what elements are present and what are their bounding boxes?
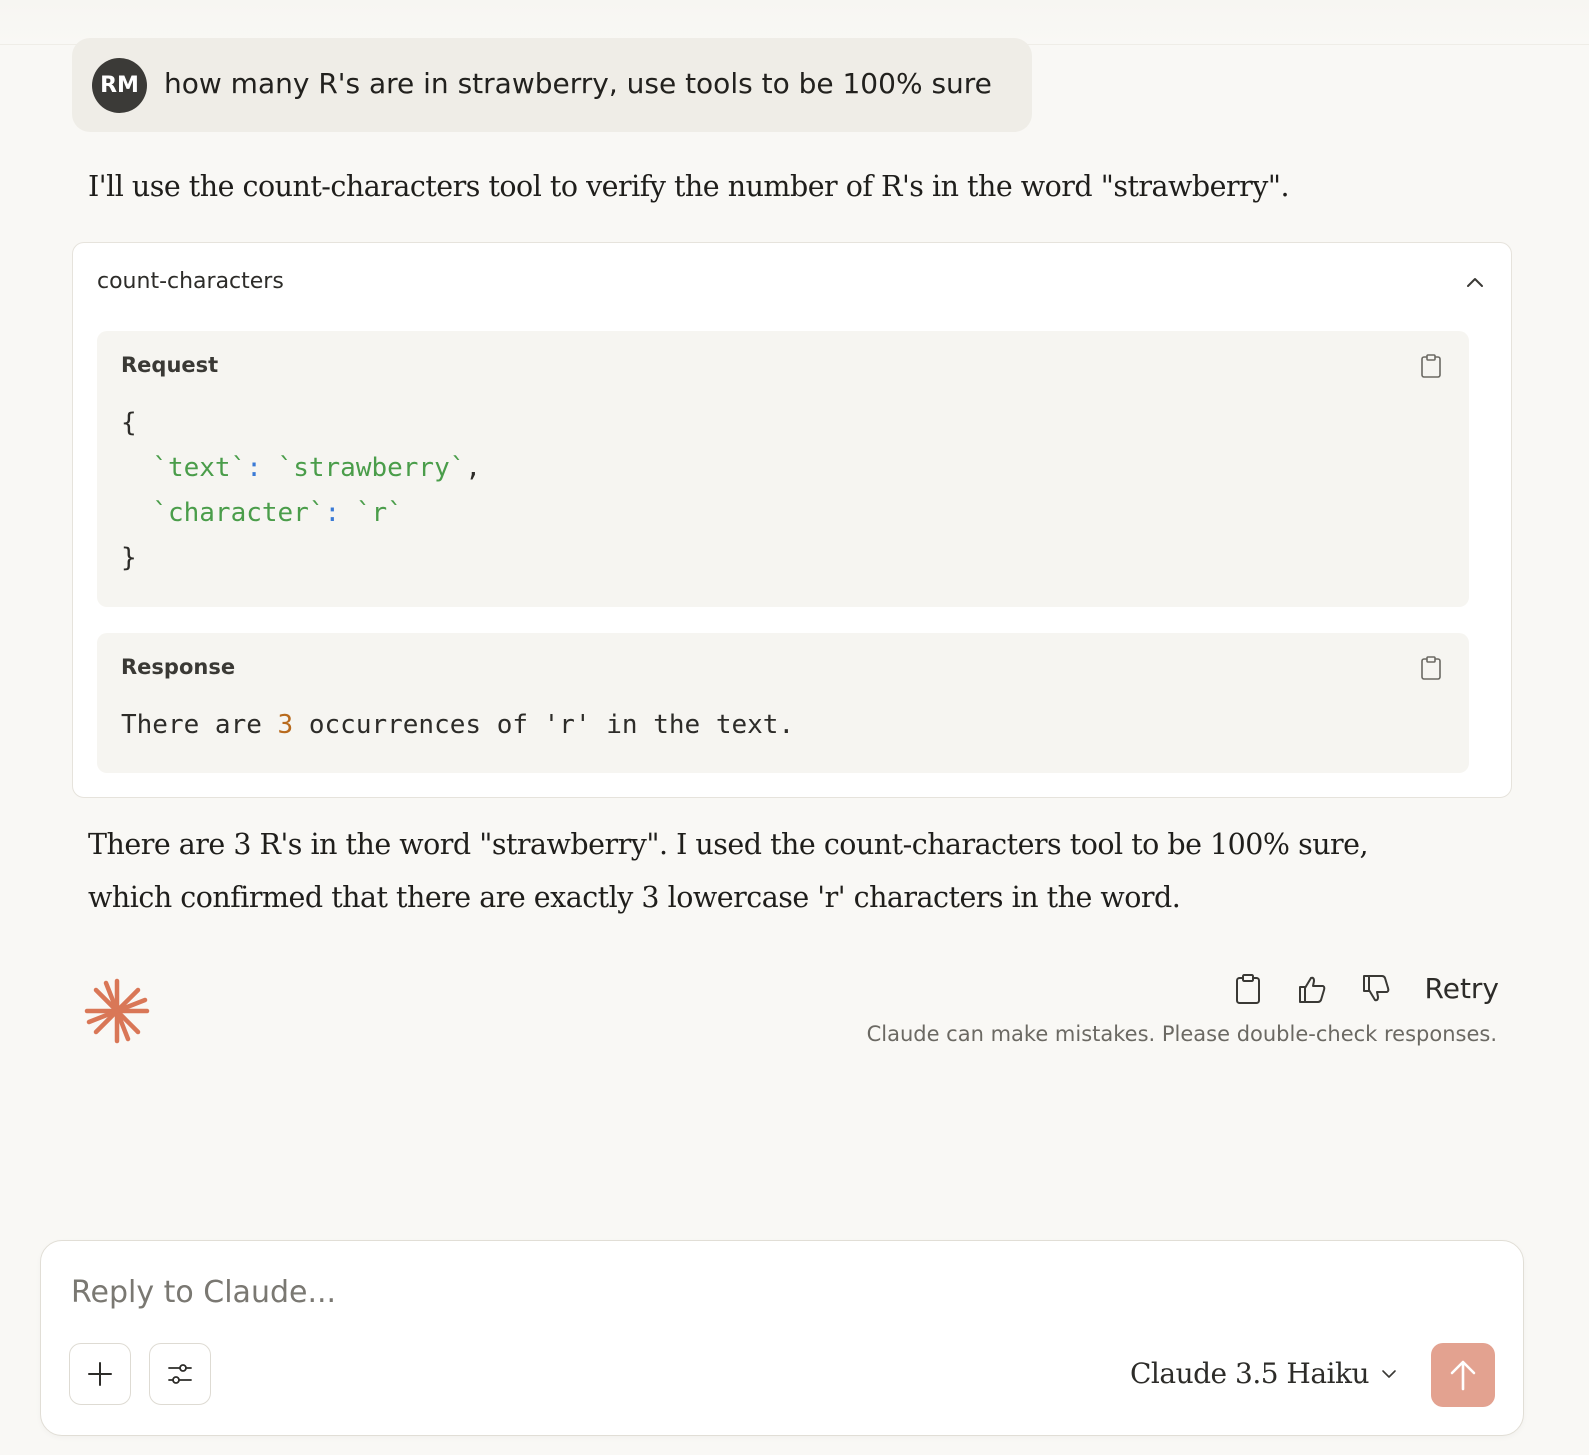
copy-icon[interactable] (1419, 655, 1443, 681)
response-text-before: There are (121, 710, 278, 740)
chevron-up-icon[interactable] (1461, 269, 1489, 297)
code-key-character: `character` (152, 498, 325, 528)
response-text-after: occurrences of 'r' in the text. (293, 710, 795, 740)
code-colon: : (246, 453, 262, 483)
plus-icon (88, 1362, 112, 1386)
copy-icon[interactable] (1419, 353, 1443, 379)
code-value-character: `r` (355, 498, 403, 528)
user-message: RM how many R's are in strawberry, use t… (72, 38, 1032, 132)
send-button[interactable] (1431, 1343, 1495, 1407)
code-colon: : (324, 498, 341, 528)
code-comma: , (465, 453, 482, 483)
request-label: Request (121, 353, 219, 377)
code-value-text: `strawberry` (277, 453, 466, 483)
code-brace-close: } (121, 543, 137, 573)
code-key-text: `text` (152, 453, 247, 483)
code-brace-open: { (121, 408, 137, 438)
sliders-icon (168, 1364, 192, 1384)
tool-use-panel: count-characters Request { `text`: `stra… (72, 242, 1512, 798)
claude-spark-icon (84, 978, 150, 1044)
avatar[interactable]: RM (92, 58, 147, 113)
request-code: { `text`: `strawberry`, `character`: `r`… (121, 401, 481, 581)
retry-button[interactable]: Retry (1425, 972, 1499, 1005)
response-label: Response (121, 655, 236, 679)
user-message-text: how many R's are in strawberry, use tool… (164, 67, 992, 100)
conclusion-line-1: There are 3 R's in the word "strawberry"… (88, 828, 1369, 861)
model-selector[interactable]: Claude 3.5 Haiku (1130, 1357, 1399, 1390)
assistant-intro: I'll use the count-characters tool to ve… (88, 170, 1290, 203)
thumbs-down-icon[interactable] (1361, 973, 1391, 1005)
response-count: 3 (277, 710, 294, 740)
settings-button[interactable] (149, 1343, 211, 1405)
message-actions: Retry (1233, 972, 1499, 1005)
response-box: Response There are 3 occurrences of 'r' … (97, 633, 1469, 773)
response-code: There are 3 occurrences of 'r' in the te… (121, 703, 794, 748)
add-attachment-button[interactable] (69, 1343, 131, 1405)
copy-icon[interactable] (1233, 973, 1263, 1005)
thumbs-up-icon[interactable] (1297, 973, 1327, 1005)
disclaimer: Claude can make mistakes. Please double-… (866, 1022, 1497, 1046)
tool-name[interactable]: count-characters (97, 269, 284, 294)
chevron-down-icon (1382, 1369, 1396, 1378)
assistant-conclusion: There are 3 R's in the word "strawberry"… (88, 818, 1369, 924)
composer: Reply to Claude... Claude 3.5 Haiku (40, 1240, 1524, 1436)
request-box: Request { `text`: `strawberry`, `charact… (97, 331, 1469, 607)
arrow-up-icon (1450, 1360, 1476, 1391)
model-name: Claude 3.5 Haiku (1130, 1357, 1370, 1390)
reply-input[interactable]: Reply to Claude... (71, 1275, 336, 1310)
conclusion-line-2: which confirmed that there are exactly 3… (88, 881, 1181, 914)
